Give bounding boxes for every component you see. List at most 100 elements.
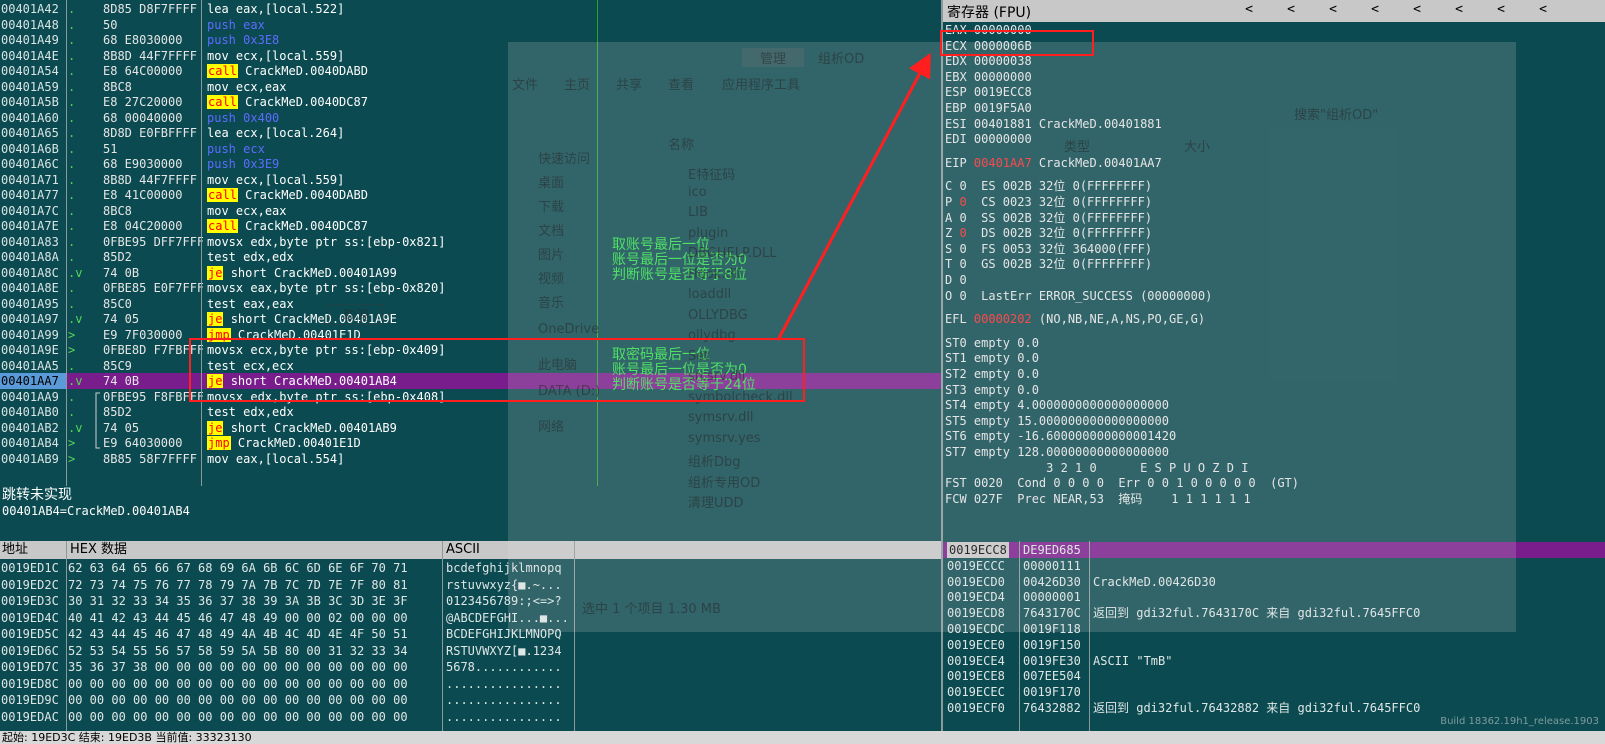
register-line[interactable]: S 0 FS 0053 32位 364000(FFF): [945, 242, 1152, 257]
disasm-row[interactable]: 00401A7C. 8BC8 mov ecx,eax: [0, 203, 941, 219]
disasm-row[interactable]: 00401A83. 0FBE95 DFF7FFFF movsx edx,byte p…: [0, 234, 941, 250]
nav-left-arrow-icon[interactable]: <: [1396, 2, 1438, 17]
register-line[interactable]: EBP 0019F5A0: [945, 101, 1032, 116]
disasm-row[interactable]: 00401A4E. 8B8D 44F7FFFF mov ecx,[local.559…: [0, 48, 941, 64]
register-line[interactable]: EFL 00000202 (NO,NB,NE,A,NS,PO,GE,G): [945, 312, 1205, 327]
register-line[interactable]: P 0 CS 0023 32位 0(FFFFFFFF): [945, 195, 1152, 210]
stack-row[interactable]: 0019ECD0 00426D30 CrackMeD.00426D30: [943, 574, 1605, 590]
register-line[interactable]: EIP 00401AA7 CrackMeD.00401AA7: [945, 156, 1162, 171]
register-line[interactable]: ESI 00401881 CrackMeD.00401881: [945, 117, 1162, 132]
stack-pane[interactable]: 0019ECC8 DE9ED685 0019ECCC 00000111 0019ECD0…: [943, 541, 1605, 731]
registers-pane[interactable]: 寄存器 (FPU) < < < < < < < < EAX 00000000 ECX 00000…: [943, 0, 1605, 541]
register-line[interactable]: ST5 empty 15.000000000000000000: [945, 414, 1169, 429]
register-line[interactable]: ECX 0000006B: [945, 39, 1032, 54]
disasm-row[interactable]: 00401AA7 .v 74 0B je short CrackMeD.00401AB…: [0, 373, 941, 389]
dump-header-ascii[interactable]: ASCII: [446, 541, 480, 559]
register-name: EFL: [945, 312, 974, 327]
nav-left-arrow-icon[interactable]: <: [1312, 2, 1354, 17]
disasm-row[interactable]: 00401A54. E8 64C00000 call CrackMeD.0040DA…: [0, 63, 941, 79]
disasm-row[interactable]: 00401A49. 68 E8030000 push 0x3E8: [0, 32, 941, 48]
hex-dump-pane[interactable]: 地址 HEX 数据 ASCII 0019ED1C 62 63 64 65 66 6…: [0, 541, 943, 731]
disasm-row[interactable]: 00401A42. 8D85 D8F7FFFF lea eax,[local.522…: [0, 1, 941, 17]
register-line[interactable]: ST0 empty 0.0: [945, 336, 1039, 351]
disasm-mnemonic: jmp: [207, 436, 231, 450]
disasm-row[interactable]: 00401A77. E8 41C00000 call CrackMeD.0040DA…: [0, 187, 941, 203]
register-line[interactable]: EDX 00000038: [945, 54, 1032, 69]
disasm-flow-marker: .v: [68, 265, 83, 280]
register-line[interactable]: EAX 00000000: [945, 23, 1032, 38]
nav-left-arrow-icon[interactable]: <: [1228, 2, 1270, 17]
nav-left-arrow-icon[interactable]: <: [1522, 2, 1564, 17]
disasm-row[interactable]: 00401A99 > E9 7F030000 jmp CrackMeD.00401E1…: [0, 327, 941, 343]
disasm-row[interactable]: 00401A6C. 68 E9030000 push 0x3E9: [0, 156, 941, 172]
register-line[interactable]: ST3 empty 0.0: [945, 383, 1039, 398]
disasm-row[interactable]: 00401A95. 85C0 test eax,eax: [0, 296, 941, 312]
disasm-mnemonic: movsx: [207, 343, 244, 357]
nav-left-arrow-icon[interactable]: <: [1270, 2, 1312, 17]
stack-row[interactable]: 0019ECE0 0019F150: [943, 637, 1605, 653]
register-line[interactable]: D 0: [945, 273, 967, 288]
register-line[interactable]: EBX 00000000: [945, 70, 1032, 85]
nav-left-arrow-icon[interactable]: <: [1438, 2, 1480, 17]
stack-row[interactable]: 0019ECDC 0019F118: [943, 621, 1605, 637]
disasm-operands: eax,eax: [243, 296, 294, 311]
disasm-instruction: movsx edx,byte ptr ss:[ebp-0x821]: [207, 234, 445, 250]
disasm-row[interactable]: 00401A9E >0FBE8D F7FBFFFF movsx ecx,byte p…: [0, 342, 941, 358]
disasm-row[interactable]: 00401A6B. 51 push ecx: [0, 141, 941, 157]
stack-value: 76432882: [1023, 701, 1081, 715]
registers-title[interactable]: 寄存器 (FPU): [947, 2, 1031, 22]
disasm-row[interactable]: 00401AA5. 85C9 test ecx,ecx: [0, 358, 941, 374]
annotation-line: 取账号最后一位: [612, 237, 710, 253]
disasm-row[interactable]: 00401A7E. E8 04C20000 call CrackMeD.0040DC…: [0, 218, 941, 234]
disasm-row[interactable]: 00401AB4 > E9 64030000 jmp CrackMeD.00401E1…: [0, 435, 941, 451]
disasm-row[interactable]: 00401AB2 .v 74 05 je short CrackMeD.00401AB…: [0, 420, 941, 436]
disasm-row[interactable]: 00401A60. 68 00040000 push 0x400: [0, 110, 941, 126]
disasm-row[interactable]: 00401A59. 8BC8 mov ecx,eax: [0, 79, 941, 95]
annotation-line: 判断账号是否等于8位: [612, 267, 747, 283]
stack-row[interactable]: 0019ECD4 00000001: [943, 589, 1605, 605]
disassembly-pane[interactable]: 00401A42. 8D85 D8F7FFFF lea eax,[local.522…: [0, 0, 943, 486]
dump-header-address[interactable]: 地址: [2, 541, 28, 559]
register-name: Z: [945, 226, 960, 241]
stack-address: 0019ECD0: [947, 574, 1005, 589]
register-line[interactable]: FST 0020 Cond 0 0 0 0 Err 0 0 1 0 0 0 0 …: [945, 476, 1299, 491]
nav-left-arrow-icon[interactable]: <: [1354, 2, 1396, 17]
dump-address: 0019ED7C: [1, 660, 59, 674]
disasm-row[interactable]: 00401AB0. 85D2 test edx,edx: [0, 404, 941, 420]
register-line[interactable]: A 0 SS 002B 32位 0(FFFFFFFF): [945, 211, 1152, 226]
disasm-row[interactable]: 00401AB9 >8B85 58F7FFFF mov eax,[local.554…: [0, 451, 941, 467]
disasm-row[interactable]: 00401A71. 8B8D 44F7FFFF mov ecx,[local.559…: [0, 172, 941, 188]
disasm-row[interactable]: 00401A8A. 85D2 test edx,edx: [0, 249, 941, 265]
dump-header-hex[interactable]: HEX 数据: [70, 541, 127, 559]
disasm-instruction: push eax: [207, 17, 265, 33]
register-line[interactable]: EDI 00000000: [945, 132, 1032, 147]
disasm-row[interactable]: 00401A8C .v 74 0B je short CrackMeD.00401A9…: [0, 265, 941, 281]
stack-row[interactable]: 0019ECCC 00000111: [943, 558, 1605, 574]
register-line[interactable]: ST6 empty -16.600000000000001420: [945, 429, 1176, 444]
disasm-row[interactable]: 00401A5B. E8 27C20000 call CrackMeD.0040DC…: [0, 94, 941, 110]
register-line[interactable]: ST4 empty 4.0000000000000000000: [945, 398, 1169, 413]
disasm-row[interactable]: 00401A8E. 0FBE85 E0F7FFFF movsx eax,byte p…: [0, 280, 941, 296]
disasm-row[interactable]: 00401AA9. 0FBE95 F8FBFFFF movsx edx,byte p…: [0, 389, 941, 405]
nav-left-arrow-icon[interactable]: <: [1480, 2, 1522, 17]
disasm-row[interactable]: 00401A48. 50 push eax: [0, 17, 941, 33]
stack-row[interactable]: 0019ECC8 DE9ED685: [943, 542, 1605, 558]
disasm-row[interactable]: 00401A65. 8D8D E0FBFFFF lea ecx,[local.264…: [0, 125, 941, 141]
register-line[interactable]: ST2 empty 0.0: [945, 367, 1039, 382]
register-line[interactable]: FCW 027F Prec NEAR,53 掩码 1 1 1 1 1 1: [945, 492, 1251, 507]
stack-row[interactable]: 0019ECE4 0019FE30 ASCII "TmB": [943, 653, 1605, 669]
stack-row[interactable]: 0019ECE8 007EE504: [943, 668, 1605, 684]
register-line[interactable]: ESP 0019ECC8: [945, 85, 1032, 100]
stack-row[interactable]: 0019ECF0 76432882 返回到 gdi32ful.76432882 来自…: [943, 700, 1605, 716]
stack-row[interactable]: 0019ECD8 7643170C 返回到 gdi32ful.7643170C 来自…: [943, 605, 1605, 621]
register-line[interactable]: C 0 ES 002B 32位 0(FFFFFFFF): [945, 179, 1152, 194]
register-line[interactable]: O 0 LastErr ERROR_SUCCESS (00000000): [945, 289, 1212, 304]
disasm-row[interactable]: 00401A97 .v 74 05 je short CrackMeD.00401A9…: [0, 311, 941, 327]
disasm-opcode-bytes: 8B8D 44F7FFFF: [103, 48, 197, 63]
register-line[interactable]: ST1 empty 0.0: [945, 351, 1039, 366]
register-line[interactable]: ST7 empty 128.00000000000000000: [945, 445, 1169, 460]
stack-row[interactable]: 0019ECEC 0019F170: [943, 684, 1605, 700]
register-line[interactable]: T 0 GS 002B 32位 0(FFFFFFFF): [945, 257, 1152, 272]
register-line[interactable]: Z 0 DS 002B 32位 0(FFFFFFFF): [945, 226, 1152, 241]
register-line[interactable]: 3 2 1 0 E S P U O Z D I: [945, 461, 1248, 476]
